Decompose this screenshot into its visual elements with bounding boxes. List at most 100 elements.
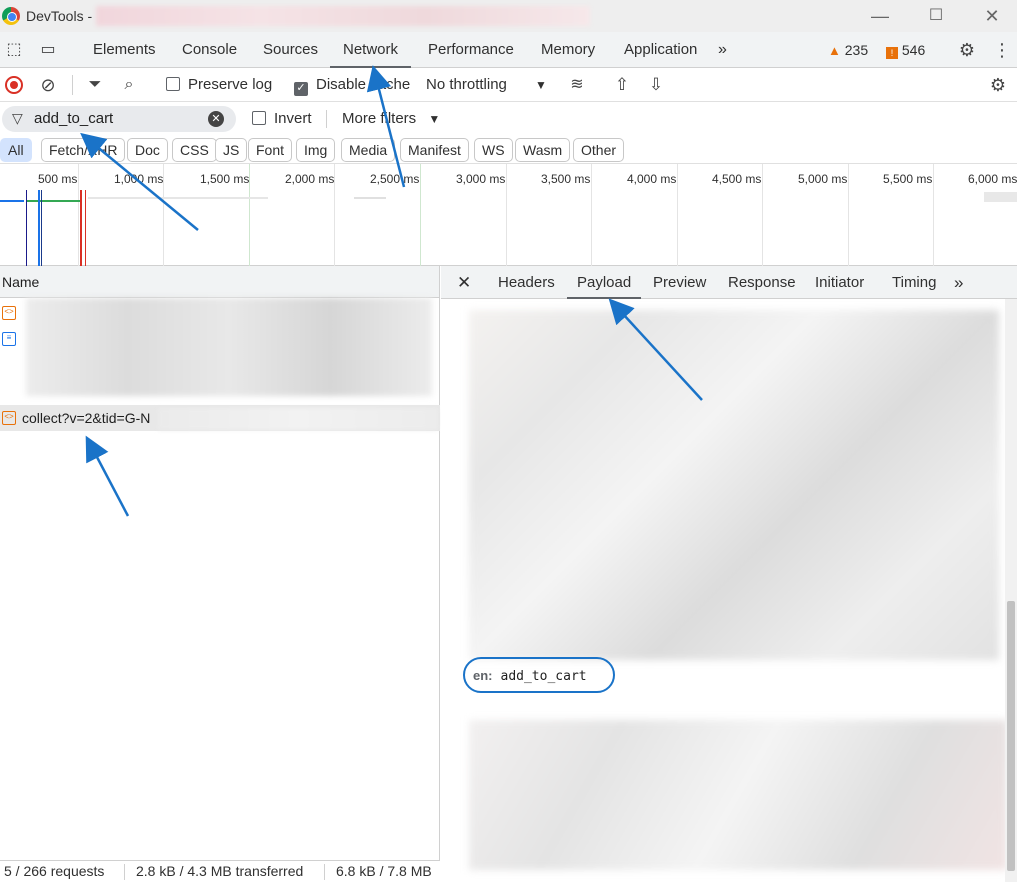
close-detail-icon[interactable]: ✕ xyxy=(457,266,471,299)
tab-preview[interactable]: Preview xyxy=(653,266,706,299)
errors-badge[interactable]: ! 546 xyxy=(886,42,925,59)
scrollbar-thumb[interactable] xyxy=(1007,601,1015,871)
type-all[interactable]: All xyxy=(0,138,32,162)
error-icon: ! xyxy=(886,47,898,59)
waterfall-bar xyxy=(0,200,24,202)
blurred-title xyxy=(96,6,590,26)
tab-headers[interactable]: Headers xyxy=(498,266,555,299)
grid-line xyxy=(506,164,507,266)
more-options-icon[interactable]: ⋮ xyxy=(991,40,1013,60)
more-detail-tabs-icon[interactable]: » xyxy=(954,266,963,299)
type-img[interactable]: Img xyxy=(296,138,336,162)
timeline-overview[interactable]: 500 ms 1,000 ms 1,500 ms 2,000 ms 2,500 … xyxy=(0,164,1017,266)
invert-checkbox[interactable]: Invert xyxy=(252,102,312,136)
network-settings-gear-icon[interactable]: ⚙ xyxy=(987,75,1009,95)
filter-divider xyxy=(326,110,327,128)
timeline-tick: 5,500 ms xyxy=(883,172,933,186)
tab-performance[interactable]: Performance xyxy=(428,32,514,68)
search-icon[interactable]: ⌕ xyxy=(118,75,140,95)
more-tabs-icon[interactable]: » xyxy=(718,32,727,68)
tab-application[interactable]: Application xyxy=(624,32,697,68)
status-divider xyxy=(324,864,325,880)
network-conditions-icon[interactable]: ≋ xyxy=(566,75,588,95)
minimize-icon[interactable]: — xyxy=(868,4,892,28)
clear-filter-icon[interactable]: ✕ xyxy=(208,111,224,127)
more-filters-dropdown[interactable]: More filters ▼ xyxy=(342,102,440,136)
timeline-tick: 500 ms xyxy=(38,172,78,186)
grid-line xyxy=(848,164,849,266)
throttling-select[interactable]: No throttling ▼ xyxy=(426,68,547,102)
type-fetch-xhr[interactable]: Fetch/XHR xyxy=(41,138,126,162)
load-marker xyxy=(85,190,86,266)
warnings-badge[interactable]: ▲ 235 xyxy=(828,42,868,58)
type-wasm[interactable]: Wasm xyxy=(515,138,571,162)
window-titlebar: DevTools - — ☐ ✕ xyxy=(0,0,1017,32)
inspect-element-icon[interactable]: ⬚ xyxy=(3,40,25,60)
disable-cache-checkbox[interactable]: ✓ Disable cache xyxy=(294,68,410,102)
network-toolbar: ⊘ ⏷ ⌕ Preserve log ✓ Disable cache No thr… xyxy=(0,68,1017,102)
clear-icon[interactable]: ⊘ xyxy=(37,75,59,95)
window-title: DevTools - xyxy=(26,8,93,24)
type-media[interactable]: Media xyxy=(341,138,396,162)
grid-line xyxy=(933,164,934,266)
tab-payload[interactable]: Payload xyxy=(567,266,642,299)
tab-initiator[interactable]: Initiator xyxy=(815,266,864,299)
waterfall-bar xyxy=(26,200,80,202)
name-column-header[interactable]: Name xyxy=(0,266,439,298)
blurred-payload-top xyxy=(469,310,999,660)
first-paint-marker xyxy=(38,190,40,266)
tab-sources[interactable]: Sources xyxy=(263,32,318,68)
status-divider xyxy=(124,864,125,880)
type-css[interactable]: CSS xyxy=(172,138,217,162)
timeline-tick: 4,000 ms xyxy=(627,172,677,186)
record-stop-icon[interactable] xyxy=(5,76,23,94)
type-manifest[interactable]: Manifest xyxy=(400,138,469,162)
checkbox-checked-icon: ✓ xyxy=(294,82,308,96)
tab-response[interactable]: Response xyxy=(728,266,796,299)
timeline-tick: 4,500 ms xyxy=(712,172,762,186)
tab-elements[interactable]: Elements xyxy=(93,32,156,68)
checkbox-unchecked xyxy=(166,77,180,91)
waterfall-bar xyxy=(88,197,268,199)
import-har-icon[interactable]: ⇧ xyxy=(611,75,633,95)
grid-line xyxy=(420,164,421,266)
filter-bar: ▽ add_to_cart ✕ Invert More filters ▼ xyxy=(0,102,1017,136)
resource-type-filters: All Fetch/XHR Doc CSS JS Font Img Media … xyxy=(0,136,1017,164)
settings-gear-icon[interactable]: ⚙ xyxy=(956,40,978,60)
detail-tabbar: ✕ Headers Payload Preview Response Initi… xyxy=(441,266,1017,299)
dropdown-arrow-icon: ▼ xyxy=(428,112,441,126)
grid-line xyxy=(78,164,79,266)
filter-icon[interactable]: ⏷ xyxy=(84,75,106,95)
type-other[interactable]: Other xyxy=(573,138,625,162)
filter-input[interactable]: ▽ add_to_cart ✕ xyxy=(2,106,236,132)
preserve-log-checkbox[interactable]: Preserve log xyxy=(166,68,272,102)
script-file-icon: <> xyxy=(2,411,16,425)
marker-line xyxy=(41,190,42,266)
filter-input-value: add_to_cart xyxy=(34,110,114,127)
close-window-icon[interactable]: ✕ xyxy=(980,4,1004,28)
timeline-tick: 1,500 ms xyxy=(200,172,250,186)
maximize-icon[interactable]: ☐ xyxy=(924,4,948,28)
export-har-icon[interactable]: ⇩ xyxy=(645,75,667,95)
blurred-requests xyxy=(26,298,432,396)
device-toolbar-icon[interactable]: ▭ xyxy=(37,40,59,60)
type-js[interactable]: JS xyxy=(215,138,248,162)
filter-funnel-icon: ▽ xyxy=(12,110,23,126)
checkbox-unchecked xyxy=(252,111,266,125)
type-doc[interactable]: Doc xyxy=(127,138,168,162)
transferred-size: 2.8 kB / 4.3 MB transferred xyxy=(136,863,304,879)
warning-icon: ▲ xyxy=(828,43,841,58)
tab-console[interactable]: Console xyxy=(182,32,237,68)
type-font[interactable]: Font xyxy=(248,138,293,162)
dropdown-arrow-icon: ▼ xyxy=(535,78,547,92)
load-marker xyxy=(80,190,82,266)
tab-timing[interactable]: Timing xyxy=(892,266,936,299)
network-status-bar: 5 / 266 requests 2.8 kB / 4.3 MB transfe… xyxy=(0,860,440,882)
grid-line xyxy=(677,164,678,266)
tab-memory[interactable]: Memory xyxy=(541,32,595,68)
tab-network[interactable]: Network xyxy=(330,32,412,68)
script-file-icon: <> xyxy=(2,306,16,320)
type-ws[interactable]: WS xyxy=(474,138,513,162)
request-count: 5 / 266 requests xyxy=(4,863,105,879)
timeline-tick: 3,000 ms xyxy=(456,172,506,186)
